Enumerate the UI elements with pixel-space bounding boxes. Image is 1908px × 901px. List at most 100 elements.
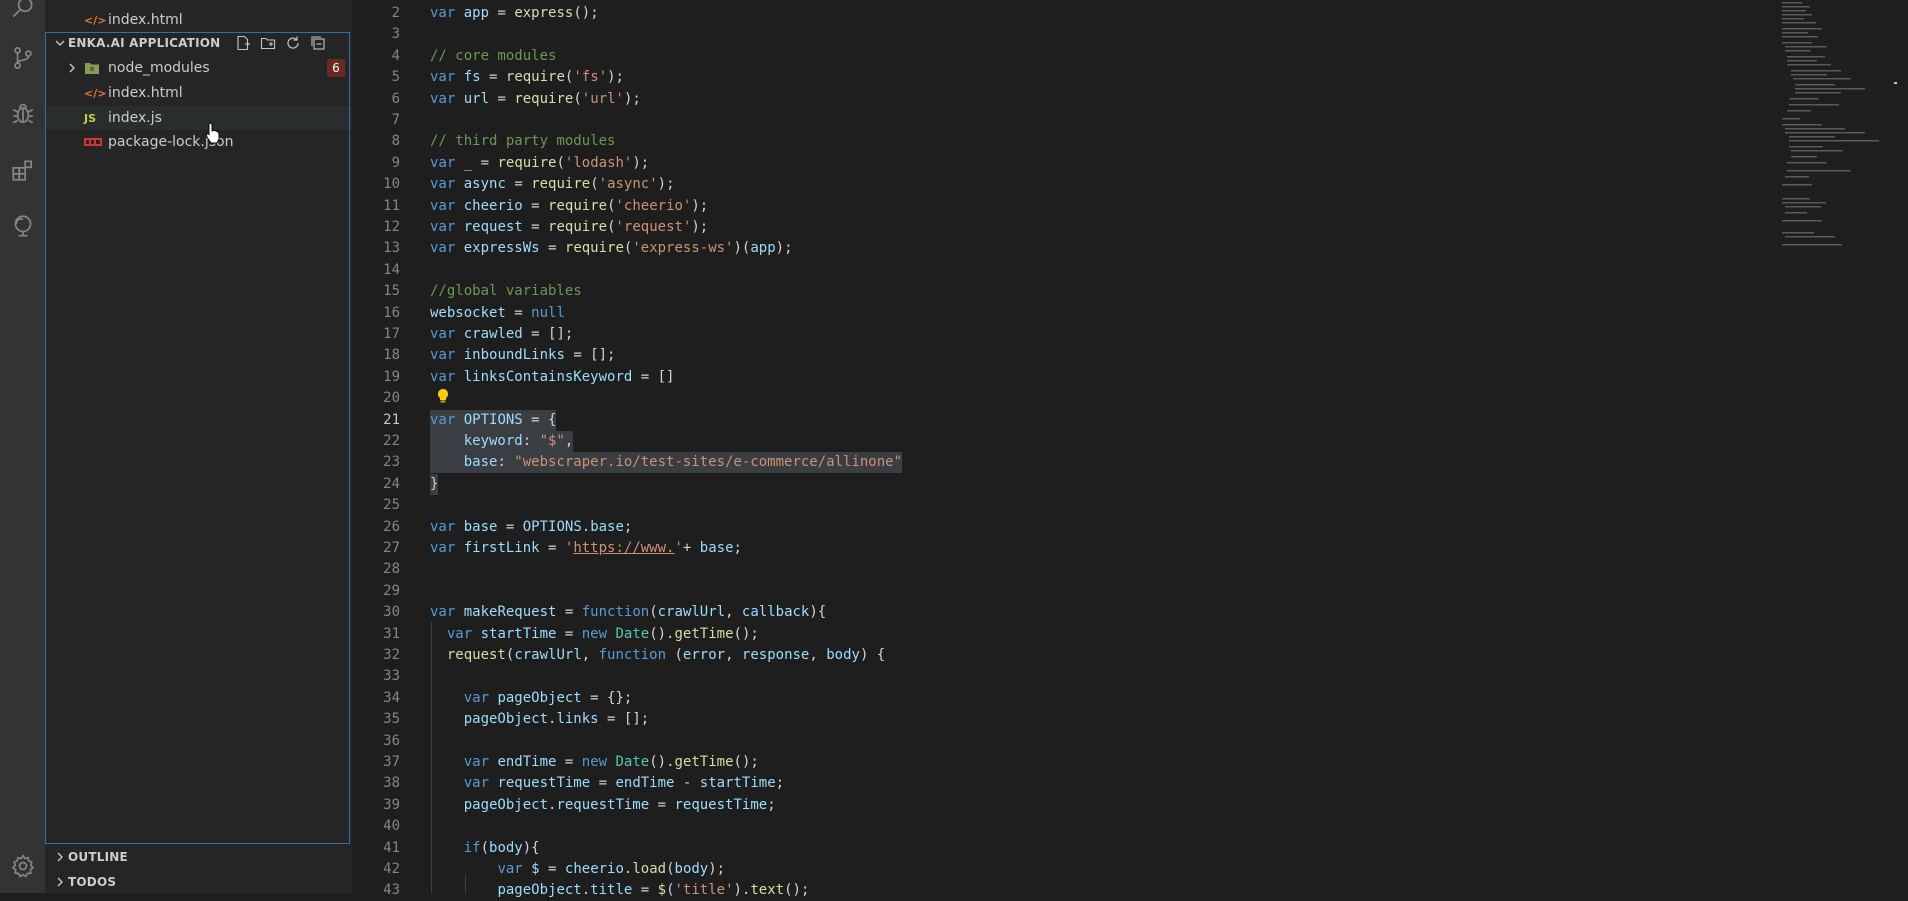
tree-item-package-lock[interactable]: package-lock.json — [46, 130, 351, 154]
code-line[interactable]: 26 var base = OPTIONS.base; — [352, 517, 1777, 538]
code-text: pageObject.requestTime = requestTime; — [463, 796, 776, 813]
code-line[interactable]: 32 request(crawlUrl, function (error, re… — [352, 645, 1777, 666]
line-number: 41 — [383, 839, 400, 856]
line-number: 26 — [383, 518, 400, 535]
line-number: 25 — [383, 497, 400, 514]
code-text: websocket = null — [430, 304, 565, 321]
code-text: // third party modules — [430, 133, 616, 150]
lightbulb-icon[interactable] — [436, 388, 450, 404]
line-number: 28 — [383, 561, 400, 578]
code-line[interactable]: 17 var crawled = []; — [352, 324, 1777, 345]
line-number: 4 — [391, 47, 400, 64]
activity-bar — [0, 0, 45, 893]
tree-item-node-modules[interactable]: node_modules 6 — [46, 56, 351, 80]
minimap[interactable] — [1777, 0, 1897, 893]
code-line[interactable]: 13 var expressWs = require('express-ws')(… — [352, 238, 1777, 259]
code-line[interactable]: 19 var linksContainsKeyword = [] — [352, 367, 1777, 388]
line-number: 9 — [391, 154, 400, 171]
refresh-icon[interactable] — [284, 35, 302, 51]
code-line[interactable]: 39 pageObject.requestTime = requestTime; — [352, 795, 1777, 816]
code-line[interactable]: 25 — [352, 495, 1777, 516]
line-number: 6 — [391, 90, 400, 107]
chevron-right-icon — [57, 852, 63, 862]
new-folder-icon[interactable] — [259, 35, 277, 51]
code-line[interactable]: 15 //global variables — [352, 281, 1777, 302]
code-text: var linksContainsKeyword = [] — [430, 368, 675, 385]
new-file-icon[interactable] — [234, 35, 252, 51]
code-line[interactable]: 30 var makeRequest = function(crawlUrl, c… — [352, 602, 1777, 623]
debug-icon[interactable] — [0, 94, 45, 134]
code-line[interactable]: 42 var $ = cheerio.load(body); — [352, 859, 1777, 880]
code-line[interactable]: 33 — [352, 666, 1777, 687]
code-text: var requestTime = endTime - startTime; — [463, 775, 785, 792]
code-line[interactable]: 21 var OPTIONS = { — [352, 409, 1777, 431]
code-line[interactable]: 20 — [352, 388, 1777, 409]
tree-item-label: node_modules — [108, 60, 210, 76]
search-icon[interactable] — [0, 0, 45, 28]
folder-section-header[interactable]: ENKA.AI APPLICATION — [46, 32, 351, 54]
code-line[interactable]: 22 keyword: "$", — [352, 431, 1777, 452]
code-line[interactable]: 28 — [352, 559, 1777, 580]
collapse-all-icon[interactable] — [309, 35, 327, 51]
code-line[interactable]: 29 — [352, 581, 1777, 602]
code-line[interactable]: 41 if(body){ — [352, 838, 1777, 859]
code-line[interactable]: 7 — [352, 110, 1777, 131]
code-line[interactable]: 40 — [352, 816, 1777, 837]
line-number: 37 — [383, 754, 400, 770]
tree-item-index-js[interactable]: JS index.js — [46, 106, 351, 130]
code-line[interactable]: 11 var cheerio = require('cheerio'); — [352, 196, 1777, 217]
line-number: 17 — [383, 326, 400, 342]
code-line[interactable]: 12 var request = require('request'); — [352, 217, 1777, 238]
code-editor[interactable]: 2 var app = express(); 3 4// core modules 5 v… — [352, 0, 1777, 898]
code-line[interactable]: 27 var firstLink = 'https://www.'+ base; — [352, 538, 1777, 559]
code-line[interactable]: 23 base: "webscraper.io/test-sites/e-com… — [352, 452, 1777, 474]
code-line[interactable]: 9 var _ = require('lodash'); — [352, 153, 1777, 174]
line-number: 5 — [391, 69, 400, 86]
code-line[interactable]: 38 var requestTime = endTime - startTime… — [352, 773, 1777, 794]
code-line[interactable]: 24} — [352, 473, 1777, 495]
code-line[interactable]: 6 var url = require('url'); — [352, 89, 1777, 110]
code-line[interactable]: 34 var pageObject = {}; — [352, 688, 1777, 709]
chevron-right-icon — [57, 877, 63, 887]
code-text: var _ = require('lodash'); — [430, 154, 650, 171]
open-editor-item[interactable]: </> index.html — [46, 8, 351, 32]
code-line[interactable]: 5 var fs = require('fs'); — [352, 67, 1777, 88]
code-line[interactable]: 8 // third party modules — [352, 131, 1777, 152]
code-text: var url = require('url'); — [430, 90, 641, 107]
code-line[interactable]: 36 — [352, 731, 1777, 752]
extensions-icon[interactable] — [0, 150, 45, 190]
hand-cursor-icon — [206, 122, 220, 144]
code-line[interactable]: 43 pageObject.title = $('title').text(); — [352, 880, 1777, 901]
code-line[interactable]: 18 var inboundLinks = []; — [352, 345, 1777, 366]
gear-icon[interactable] — [0, 846, 45, 886]
code-line[interactable]: 2 var app = express(); — [352, 3, 1777, 24]
outline-section-header[interactable]: OUTLINE — [46, 846, 351, 868]
code-line[interactable]: 35 pageObject.links = []; — [352, 709, 1777, 730]
line-number: 27 — [383, 540, 400, 556]
code-text: var base = OPTIONS.base; — [430, 518, 633, 535]
line-number: 20 — [383, 390, 400, 407]
code-line[interactable]: 10 var async = require('async'); — [352, 174, 1777, 195]
chevron-right-icon — [69, 63, 75, 73]
outline-label: OUTLINE — [68, 850, 128, 864]
code-text: request(crawlUrl, function (error, respo… — [446, 647, 886, 663]
code-text: pageObject.links = []; — [463, 711, 650, 728]
tree-item-index-html[interactable]: </> index.html — [46, 81, 351, 105]
code-line[interactable]: 16 websocket = null — [352, 303, 1777, 324]
line-number: 12 — [383, 219, 400, 235]
line-number: 22 — [383, 433, 400, 449]
line-number: 40 — [383, 818, 400, 835]
tree-item-label: index.js — [108, 110, 162, 126]
line-number: 31 — [383, 625, 400, 642]
code-line[interactable]: 14 — [352, 260, 1777, 281]
line-number: 39 — [383, 796, 400, 813]
code-line[interactable]: 3 — [352, 24, 1777, 45]
code-line[interactable]: 31 var startTime = new Date().getTime(); — [352, 624, 1777, 645]
line-number: 34 — [383, 689, 400, 706]
code-line[interactable]: 4 // core modules — [352, 46, 1777, 67]
code-line[interactable]: 37 var endTime = new Date().getTime(); — [352, 752, 1777, 773]
todos-section-header[interactable]: TODOS — [46, 871, 351, 893]
line-number: 38 — [383, 775, 400, 792]
remote-explorer-icon[interactable] — [0, 206, 45, 246]
source-control-icon[interactable] — [0, 38, 45, 78]
